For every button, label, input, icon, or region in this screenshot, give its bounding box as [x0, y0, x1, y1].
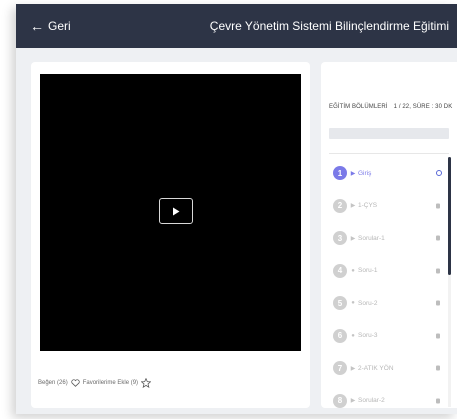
video-player[interactable] — [40, 74, 301, 351]
lesson-label: Sorular-1 — [358, 234, 385, 242]
lesson-label: 1-ÇYS — [358, 202, 378, 210]
lesson-item-2[interactable]: 2 ▶ 1-ÇYS — [321, 190, 457, 223]
sidebar-heading: EĞİTİM BÖLÜMLERİ 1 / 22, SÜRE : 30 DK — [329, 104, 452, 110]
lesson-status-marker — [436, 333, 440, 339]
lesson-number-badge: 6 — [333, 328, 347, 343]
lesson-label: 2-ATIK YÖN — [358, 364, 394, 372]
course-title: Çevre Yönetim Sistemi Bilinçlendirme Eği… — [209, 19, 449, 33]
like-button[interactable]: Beğen (26) — [38, 380, 68, 386]
play-icon: ▶ — [350, 170, 356, 177]
current-lesson-indicator — [436, 170, 442, 177]
play-button[interactable] — [159, 198, 193, 224]
heart-icon[interactable] — [71, 379, 80, 387]
dot-icon: ● — [351, 267, 355, 274]
lesson-label: Sorular-2 — [358, 397, 385, 405]
lesson-number-badge: 8 — [333, 393, 347, 408]
lesson-item-1[interactable]: 1 ▶ Giriş — [321, 157, 457, 190]
lesson-number-badge: 3 — [333, 231, 347, 246]
dot-icon: ● — [351, 332, 355, 339]
lesson-label: Giriş — [358, 169, 372, 177]
lesson-label: Soru-3 — [358, 332, 378, 340]
lesson-number-badge: 2 — [333, 198, 347, 213]
lesson-label: Soru-1 — [358, 267, 378, 275]
scrollbar-thumb[interactable] — [448, 157, 451, 275]
lesson-item-7[interactable]: 7 ▶ 2-ATIK YÖN — [321, 352, 457, 385]
progress-bar — [329, 128, 449, 139]
play-icon: ▶ — [350, 235, 356, 242]
arrow-left-icon: ← — [30, 18, 44, 34]
play-icon — [173, 207, 180, 215]
lesson-number-badge: 7 — [333, 361, 347, 376]
lesson-status-marker — [436, 398, 440, 404]
top-bar: ← Geri Çevre Yönetim Sistemi Bilinçlendi… — [16, 4, 457, 48]
lesson-status-marker — [436, 235, 440, 241]
play-icon: ▶ — [350, 398, 356, 405]
lesson-item-8[interactable]: 8 ▶ Sorular-2 — [321, 385, 457, 409]
lesson-item-5[interactable]: 5 ● Soru-2 — [321, 287, 457, 320]
lesson-label: Soru-2 — [358, 299, 378, 307]
lesson-status-marker — [436, 365, 440, 371]
progress-summary: 1 / 22, SÜRE : 30 DK — [393, 104, 453, 110]
star-icon[interactable] — [141, 378, 152, 388]
play-icon: ▶ — [350, 203, 356, 210]
back-button-label: Geri — [48, 19, 71, 33]
lesson-number-badge: 5 — [333, 296, 347, 311]
lesson-status-marker — [436, 300, 440, 306]
lesson-number-badge: 4 — [333, 263, 347, 278]
scrollbar[interactable] — [448, 157, 451, 407]
lesson-item-3[interactable]: 3 ▶ Sorular-1 — [321, 222, 457, 255]
lesson-item-6[interactable]: 6 ● Soru-3 — [321, 320, 457, 353]
video-actions: Beğen (26) Favorilerime Ekle (9) — [38, 378, 152, 388]
favorite-button[interactable]: Favorilerime Ekle (9) — [83, 380, 138, 386]
video-card: Beğen (26) Favorilerime Ekle (9) — [31, 62, 310, 408]
lesson-status-marker — [436, 268, 440, 274]
lesson-number-badge: 1 — [333, 166, 347, 181]
lesson-sidebar: EĞİTİM BÖLÜMLERİ 1 / 22, SÜRE : 30 DK 1 ▶ G… — [321, 62, 457, 408]
play-icon: ▶ — [350, 365, 356, 372]
sections-title: EĞİTİM BÖLÜMLERİ — [329, 104, 388, 110]
back-button[interactable]: ← Geri — [30, 19, 71, 33]
divider — [329, 153, 449, 154]
dot-icon: ● — [351, 300, 355, 307]
lesson-status-marker — [436, 203, 440, 209]
lesson-list: 1 ▶ Giriş 2 ▶ 1-ÇYS 3 ▶ Sorular-1 4 ● Soru-1 5 ● Soru-… — [321, 157, 457, 408]
lesson-item-4[interactable]: 4 ● Soru-1 — [321, 255, 457, 288]
